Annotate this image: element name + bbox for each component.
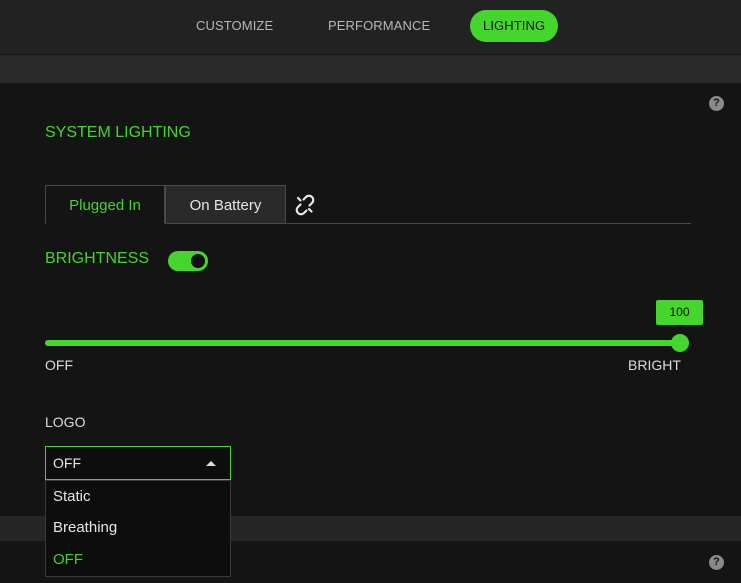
help-icon[interactable]: ? [709, 96, 724, 111]
option-breathing[interactable]: Breathing [53, 519, 117, 536]
option-static[interactable]: Static [53, 488, 91, 505]
toggle-knob [191, 254, 205, 268]
brightness-slider[interactable] [45, 334, 689, 352]
caret-up-icon [206, 461, 216, 466]
tab-plugged-in[interactable]: Plugged In [45, 185, 165, 224]
top-nav-bar: CUSTOMIZE PERFORMANCE LIGHTING [0, 0, 741, 55]
brightness-toggle[interactable] [168, 251, 208, 271]
logo-dropdown-list: Static Breathing OFF [45, 480, 231, 577]
section-header-strip [0, 56, 741, 83]
logo-selected-value: OFF [53, 455, 81, 471]
slider-min-label: OFF [45, 357, 73, 373]
tab-customize[interactable]: CUSTOMIZE [183, 10, 286, 42]
option-off[interactable]: OFF [53, 551, 83, 568]
logo-effect-select[interactable]: OFF [45, 446, 231, 480]
slider-max-label: BRIGHT [628, 357, 681, 373]
unlink-icon[interactable] [293, 193, 317, 217]
tab-lighting[interactable]: LIGHTING [470, 10, 559, 42]
tab-on-battery[interactable]: On Battery [165, 185, 286, 224]
section-title: SYSTEM LIGHTING [45, 124, 191, 141]
brightness-value-badge: 100 [656, 300, 703, 325]
slider-fill [45, 340, 680, 346]
help-icon[interactable]: ? [709, 555, 724, 570]
slider-thumb[interactable] [671, 334, 689, 352]
tab-performance[interactable]: PERFORMANCE [315, 10, 443, 42]
brightness-label: BRIGHTNESS [45, 250, 150, 267]
logo-label: LOGO [45, 414, 86, 430]
